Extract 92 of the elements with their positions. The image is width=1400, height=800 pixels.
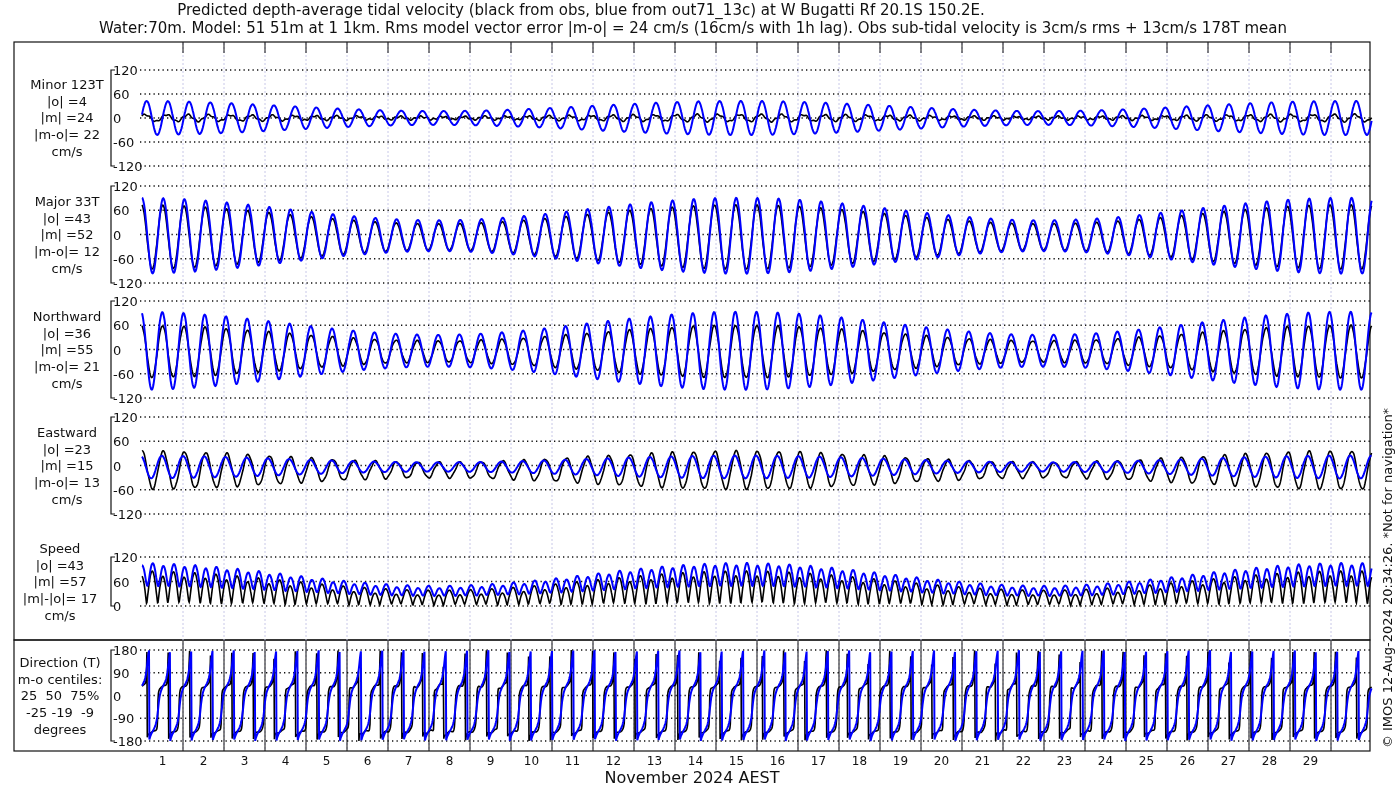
tick-label: 60 [113, 203, 130, 219]
tick-label: 120 [113, 294, 138, 309]
day-label: 27 [1220, 754, 1237, 768]
day-label: 10 [523, 754, 540, 768]
panel-label: |o| =43 [35, 557, 85, 573]
tick-label: 0 [113, 111, 122, 126]
tick-label: 60 [113, 574, 130, 590]
panel-label: |m|-|o|= 17 [22, 591, 98, 607]
day-label: 11 [564, 754, 581, 768]
tick-label: -120 [113, 276, 143, 291]
day-label: 18 [851, 754, 868, 768]
chart-subtitle: Water:70m. Model: 51 51m at 1 1km. Rms model vector error |m-o| = 24 cm/s (16cm/s with 1h lag). Obs sub-tidal velocity is 3cm/s rms + 13cm/s 178T mean [99, 19, 1287, 37]
tick-label: 0 [113, 227, 122, 243]
panel-label: Eastward [37, 425, 97, 440]
day-label: 12 [605, 754, 622, 768]
day-label: 16 [769, 754, 786, 768]
tick-label: 0 [113, 599, 122, 614]
day-label: 26 [1179, 754, 1196, 768]
tick-label: -60 [113, 366, 135, 382]
tick-label: 180 [113, 643, 138, 658]
panel-label: degrees [33, 721, 87, 737]
day-label: 23 [1056, 754, 1073, 768]
panel-label: Speed [39, 541, 81, 556]
tick-label: -120 [113, 159, 143, 174]
panel-label: |o| =23 [42, 441, 92, 457]
day-label: 14 [687, 754, 704, 768]
tick-label: -90 [113, 711, 135, 727]
panel-label: |m| =52 [40, 227, 94, 243]
tick-label: -120 [113, 507, 143, 522]
tick-label: 0 [113, 342, 122, 358]
panel-label: |m| =57 [33, 574, 87, 590]
day-label: 9 [486, 754, 495, 768]
copyright-notice: © IMOS 12-Aug-2024 20:34:26. *Not for navigation* [1380, 407, 1395, 749]
panel-label: m-o centiles: [17, 671, 103, 687]
panel-label: cm/s [51, 375, 83, 391]
panel-label: |o| =43 [42, 210, 92, 226]
panel-label: Northward [32, 309, 102, 324]
chart-title: Predicted depth-average tidal velocity (black from obs, blue from out71_13c) at W Bugatti Rf 20.1S 150.2E. [177, 1, 985, 19]
tick-label: -60 [113, 251, 135, 267]
panel-label: |m| =55 [40, 342, 94, 358]
panel-label: cm/s [51, 491, 83, 507]
day-label: 24 [1097, 754, 1114, 768]
tick-label: -60 [113, 482, 135, 498]
tick-label: 120 [113, 179, 138, 194]
tick-label: -120 [113, 391, 143, 406]
day-label: 1 [158, 754, 167, 768]
day-label: 17 [810, 754, 827, 768]
day-label: 15 [728, 754, 745, 768]
day-label: 2 [199, 754, 208, 768]
day-label: 3 [240, 754, 249, 768]
panel-label: 25 50 75% [20, 688, 100, 704]
panel-label: |m-o|= 12 [34, 244, 100, 260]
panel-label: cm/s [44, 607, 76, 623]
panel-label: Major 33T [34, 194, 100, 209]
panel-label: |m-o|= 13 [34, 475, 100, 491]
tick-label: 60 [113, 434, 130, 450]
day-label: 22 [1015, 754, 1032, 768]
day-label: 19 [892, 754, 909, 768]
tick-label: 0 [113, 458, 122, 474]
day-label: 28 [1261, 754, 1278, 768]
panel-label: |o| =36 [42, 325, 92, 341]
tick-label: 120 [113, 63, 138, 78]
tick-label: 0 [113, 688, 122, 704]
day-label: 6 [363, 754, 372, 768]
y-axis [110, 556, 116, 607]
panel-label: |m-o|= 21 [34, 359, 100, 375]
panel-label: cm/s [51, 143, 83, 159]
panel-label: cm/s [51, 260, 83, 276]
day-label: 20 [933, 754, 950, 768]
day-label: 21 [974, 754, 991, 768]
tick-label: 60 [113, 87, 130, 102]
panel-label: |o| =4 [47, 93, 87, 109]
tick-label: 90 [113, 665, 130, 681]
x-axis-title: November 2024 AEST [604, 768, 780, 787]
panel-label: |m-o|= 22 [34, 127, 100, 143]
tick-label: -180 [113, 734, 143, 749]
tick-label: 120 [113, 410, 138, 425]
day-label: 7 [404, 754, 413, 768]
day-label: 29 [1302, 754, 1319, 768]
panel-label: |m| =15 [40, 458, 94, 474]
tick-label: 120 [113, 550, 138, 565]
day-label: 25 [1138, 754, 1155, 768]
panel-label: -25 -19 -9 [26, 705, 94, 721]
day-label: 5 [322, 754, 331, 768]
tick-label: 60 [113, 318, 130, 334]
panel-label: Direction (T) [19, 655, 101, 670]
panel-label: Minor 123T [30, 77, 104, 92]
day-label: 4 [281, 754, 290, 768]
tick-label: -60 [113, 135, 135, 150]
panel-label: |m| =24 [40, 110, 94, 126]
day-label: 13 [646, 754, 663, 768]
day-label: 8 [445, 754, 454, 768]
